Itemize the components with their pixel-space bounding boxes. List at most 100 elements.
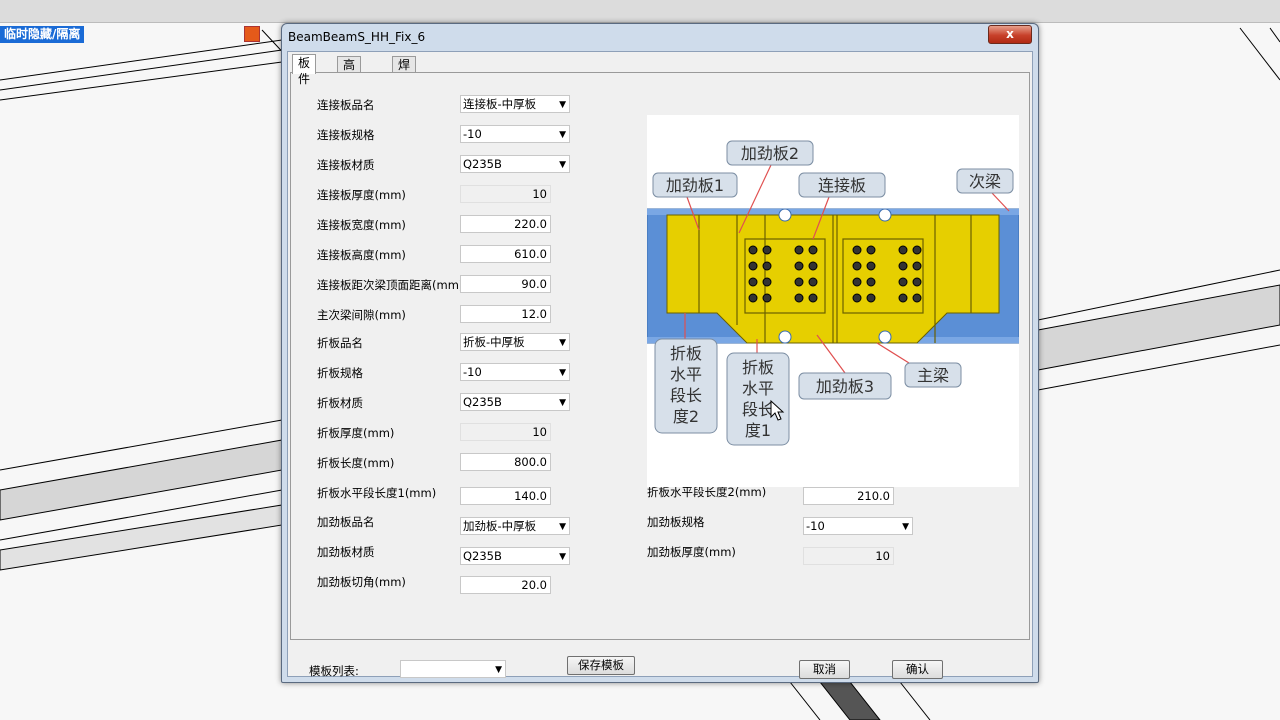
stiff-mat-combo[interactable]: Q235B ▼ [460,547,570,565]
stiff-name-value: 加劲板-中厚板 [463,519,537,533]
cancel-button[interactable]: 取消 [799,660,850,679]
chevron-down-icon: ▼ [902,522,909,532]
stiff-name-combo[interactable]: 加劲板-中厚板 ▼ [460,517,570,535]
save-template-button[interactable]: 保存模板 [567,656,635,675]
svg-text:加劲板1: 加劲板1 [666,176,724,195]
fold-thick-label: 折板厚度(mm) [317,426,395,440]
conn-plate-height-label: 连接板高度(mm) [317,248,406,262]
dialog-window: BeamBeamS_HH_Fix_6 x 板件 高强螺栓 焊缝 连接板品名 连接… [281,23,1039,683]
conn-plate-mat-combo[interactable]: Q235B ▼ [460,155,570,173]
conn-plate-width-label: 连接板宽度(mm) [317,218,406,232]
template-list-label: 模板列表: [309,664,359,678]
conn-plate-dist-label: 连接板距次梁顶面距离(mm) [317,278,464,292]
stiff-mat-label: 加劲板材质 [317,545,375,559]
svg-text:加劲板2: 加劲板2 [741,144,799,163]
callout-fold-len2: 折板 水平 段长 度2 [654,338,718,434]
svg-text:主梁: 主梁 [917,366,949,385]
conn-plate-name-label: 连接板品名 [317,98,375,112]
fold-thick-field: 10 [460,423,551,441]
svg-text:水平: 水平 [742,379,774,398]
conn-plate-width-field[interactable]: 220.0 [460,215,551,233]
fold-spec-combo[interactable]: -10 ▼ [460,363,570,381]
chevron-down-icon: ▼ [559,398,566,408]
connection-diagram-svg: 加劲板1 加劲板2 连接板 次梁 折板 水平 段长 度2 折板 水平 段长 度1… [646,140,1020,446]
callout-main-beam: 主梁 [904,362,962,388]
chevron-down-icon: ▼ [559,552,566,562]
svg-text:度2: 度2 [673,407,699,426]
svg-text:段长: 段长 [670,386,702,405]
chevron-down-icon: ▼ [559,338,566,348]
conn-plate-name-combo[interactable]: 连接板-中厚板 ▼ [460,95,570,113]
cope-hole [878,208,892,222]
fold-spec-value: -10 [463,365,482,379]
svg-text:折板: 折板 [670,344,702,363]
callout-stiffener1: 加劲板1 [652,172,738,198]
svg-text:次梁: 次梁 [969,172,1001,191]
chevron-down-icon: ▼ [559,100,566,110]
fold-mat-label: 折板材质 [317,396,363,410]
callout-fold-len1: 折板 水平 段长 度1 [726,352,790,446]
conn-plate-spec-label: 连接板规格 [317,128,375,142]
stiff-thick-label: 加劲板厚度(mm) [647,545,736,559]
callout-conn-plate: 连接板 [798,172,886,198]
fold-h1-label: 折板水平段长度1(mm) [317,486,437,500]
temp-hide-label[interactable]: 临时隐藏/隔离 [0,26,85,43]
cope-hole [878,330,892,344]
tab-bolts[interactable]: 高强螺栓 [337,56,362,120]
top-strip [0,0,1280,23]
conn-plate-thick-label: 连接板厚度(mm) [317,188,406,202]
fold-name-label: 折板品名 [317,336,363,350]
callout-stiffener3: 加劲板3 [798,372,892,400]
beam-top-flange [647,209,1019,215]
chevron-down-icon: ▼ [559,522,566,532]
beam-gap-field[interactable]: 12.0 [460,305,551,323]
tab-plates[interactable]: 板件 [292,54,317,86]
conn-plate-thick-field: 10 [460,185,551,203]
conn-plate-mat-label: 连接板材质 [317,158,375,172]
stiff-spec-label: 加劲板规格 [647,515,705,529]
fold-mat-combo[interactable]: Q235B ▼ [460,393,570,411]
fold-name-value: 折板-中厚板 [463,335,525,349]
svg-text:加劲板3: 加劲板3 [816,377,874,396]
svg-text:连接板: 连接板 [818,176,866,195]
stiff-chamfer-label: 加劲板切角(mm) [317,575,406,589]
beam-gap-label: 主次梁间隙(mm) [317,308,406,322]
dialog-title: BeamBeamS_HH_Fix_6 [288,30,426,44]
template-list-combo[interactable]: ▼ [400,660,506,678]
conn-plate-spec-combo[interactable]: -10 ▼ [460,125,570,143]
tab-welds[interactable]: 焊缝 [392,56,417,88]
conn-plate-dist-field[interactable]: 90.0 [460,275,551,293]
close-button[interactable]: x [988,25,1032,44]
stiff-thick-field: 10 [803,547,894,565]
conn-plate-spec-value: -10 [463,127,482,141]
conn-plate-mat-value: Q235B [463,157,502,171]
fold-mat-value: Q235B [463,395,502,409]
cope-hole [778,208,792,222]
svg-text:折板: 折板 [742,358,774,377]
title-bar[interactable]: BeamBeamS_HH_Fix_6 x [282,24,1038,50]
connection-diagram: 加劲板1 加劲板2 连接板 次梁 折板 水平 段长 度2 折板 水平 段长 度1… [646,115,1020,487]
stiff-chamfer-field[interactable]: 20.0 [460,576,551,594]
stiff-spec-combo[interactable]: -10 ▼ [803,517,913,535]
chevron-down-icon: ▼ [559,368,566,378]
chevron-down-icon: ▼ [559,130,566,140]
fold-h2-field[interactable]: 210.0 [803,487,894,505]
ok-button[interactable]: 确认 [892,660,943,679]
cope-hole [778,330,792,344]
fold-len-field[interactable]: 800.0 [460,453,551,471]
callout-stiffener2: 加劲板2 [726,140,814,166]
chevron-down-icon: ▼ [559,160,566,170]
dialog-client: 板件 高强螺栓 焊缝 连接板品名 连接板-中厚板 ▼ 连接板规格 -10 ▼ 连接板… [287,51,1033,679]
svg-text:水平: 水平 [670,365,702,384]
fold-h1-field[interactable]: 140.0 [460,487,551,505]
callout-secondary-beam: 次梁 [956,168,1014,194]
selection-marker [244,26,260,42]
fold-spec-label: 折板规格 [317,366,363,380]
chevron-down-icon: ▼ [495,665,502,675]
fold-name-combo[interactable]: 折板-中厚板 ▼ [460,333,570,351]
conn-plate-name-value: 连接板-中厚板 [463,97,537,111]
conn-plate-height-field[interactable]: 610.0 [460,245,551,263]
svg-text:度1: 度1 [745,421,771,440]
stiff-name-label: 加劲板品名 [317,515,375,529]
svg-text:段长: 段长 [742,400,774,419]
